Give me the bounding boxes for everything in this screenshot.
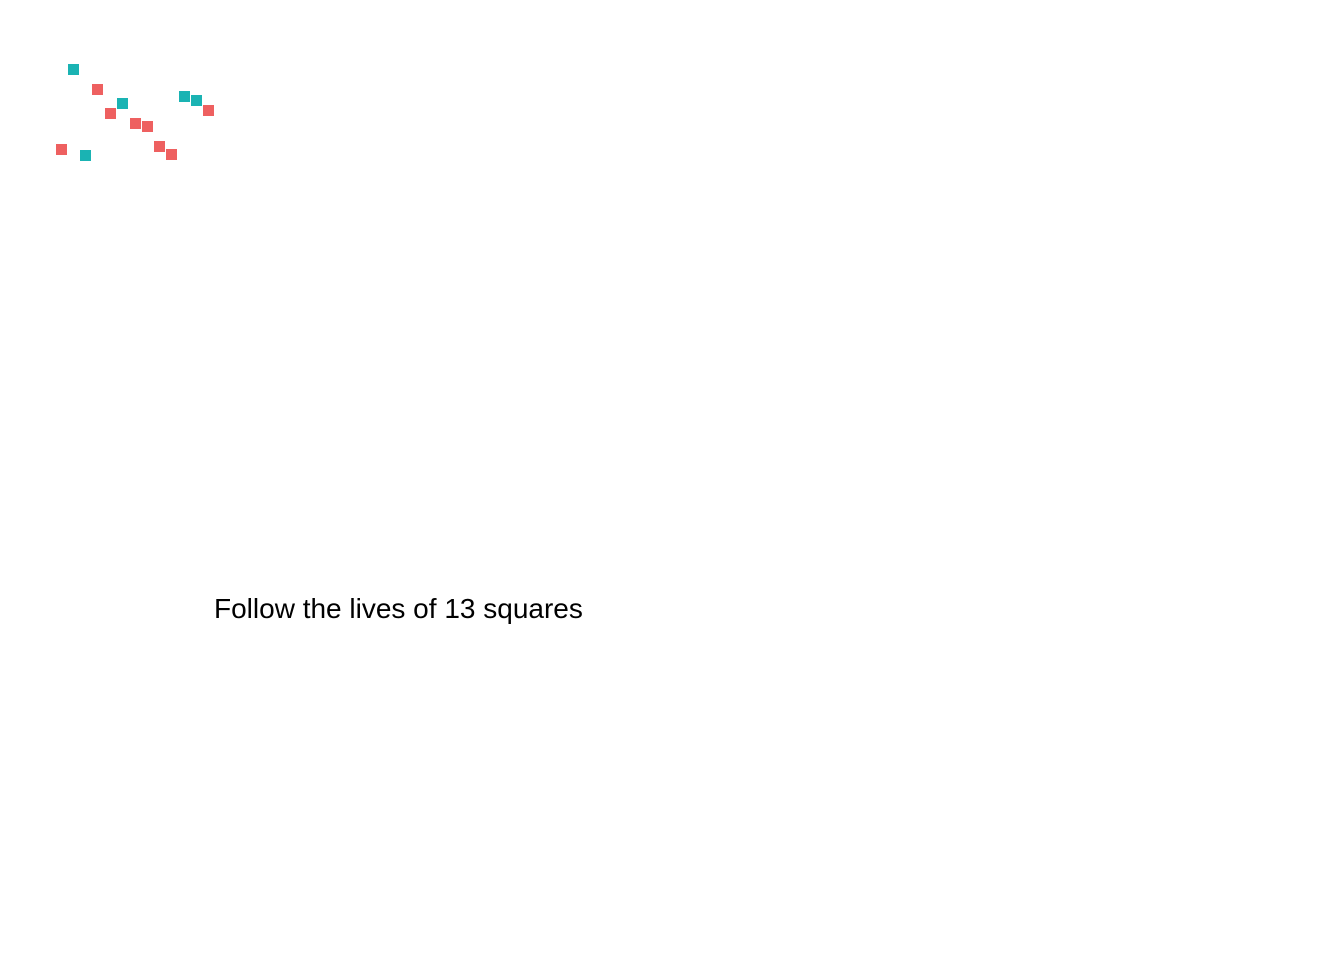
square-coral [166,149,177,160]
square-teal [68,64,79,75]
square-coral [105,108,116,119]
caption-text: Follow the lives of 13 squares [214,593,583,624]
animation-stage: Follow the lives of 13 squares [0,0,1344,960]
square-teal [80,150,91,161]
square-coral [142,121,153,132]
square-teal [191,95,202,106]
square-coral [92,84,103,95]
square-teal [117,98,128,109]
square-coral [130,118,141,129]
square-coral [56,144,67,155]
square-teal [179,91,190,102]
square-coral [203,105,214,116]
square-coral [154,141,165,152]
